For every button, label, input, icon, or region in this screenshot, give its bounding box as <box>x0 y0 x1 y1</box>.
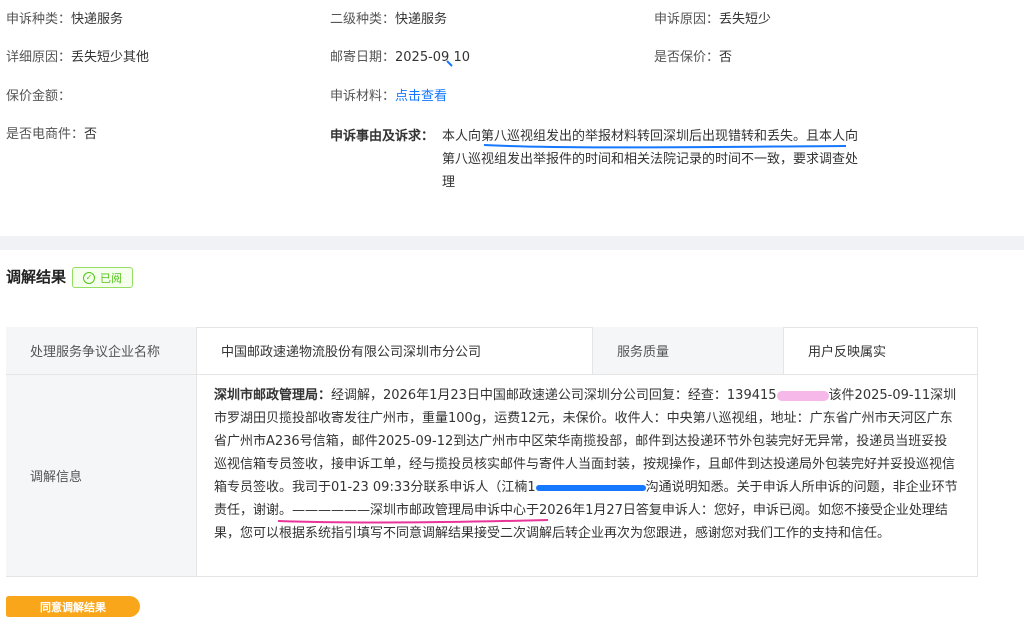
field-complaint-reason: 申诉原因：丢失短少 <box>654 10 771 30</box>
mediation-section-title: 调解结果 <box>6 268 67 286</box>
field-secondary-type: 二级种类：快递服务 <box>330 10 447 30</box>
field-label: 二级种类： <box>330 12 396 27</box>
field-insured-amount: 保价金额： <box>6 87 71 107</box>
read-status-badge: ✓ 已阅 <box>72 267 133 288</box>
field-label: 申诉材料： <box>330 89 396 104</box>
view-materials-link[interactable]: 点击查看 <box>395 89 447 104</box>
field-complaint-type: 申诉种类：快递服务 <box>6 10 123 30</box>
info-part1: 经调解，2026年1月23日中国邮政速递公司深圳分公司回复：经查：139415 <box>331 388 777 403</box>
complaint-details-panel: 申诉种类：快递服务 二级种类：快递服务 申诉原因：丢失短少 详细原因：丢失短少其… <box>0 0 1024 236</box>
field-label: 是否保价： <box>654 50 720 65</box>
badge-label: 已阅 <box>100 271 122 285</box>
field-label: 申诉原因： <box>654 12 720 27</box>
claim-label: 申诉事由及诉求： <box>330 129 435 144</box>
field-label: 邮寄日期： <box>330 50 396 65</box>
field-value: 丢失短少其他 <box>71 50 150 65</box>
field-detailed-reason: 详细原因：丢失短少其他 <box>6 48 149 68</box>
agree-mediation-button[interactable]: 同意调解结果 <box>6 596 140 617</box>
quality-header-cell: 服务质量 <box>593 327 784 375</box>
field-label: 是否电商件： <box>6 127 85 142</box>
field-mail-date: 邮寄日期：2025-09 10 <box>330 48 470 68</box>
field-label: 保价金额： <box>6 89 72 104</box>
redaction-mask <box>776 390 829 401</box>
company-value-cell: 中国邮政速递物流股份有限公司深圳市分公司 <box>197 327 593 375</box>
redaction-mask <box>535 484 646 491</box>
field-value: 2025-09 10 <box>395 50 471 65</box>
field-value: 否 <box>84 127 98 142</box>
quality-value-cell: 用户反映属实 <box>784 327 978 375</box>
field-value: 快递服务 <box>71 12 124 27</box>
info-lead: 深圳市邮政管理局： <box>214 388 332 403</box>
field-value: 丢失短少 <box>719 12 772 27</box>
section-divider <box>0 236 1024 250</box>
company-header-cell: 处理服务争议企业名称 <box>6 327 197 375</box>
field-label: 申诉种类： <box>6 12 72 27</box>
info-part2: 该件2025-09-11深圳市罗湖田贝揽投部收寄发往广州市，重量100g，运费1… <box>214 388 957 495</box>
field-materials: 申诉材料：点击查看 <box>330 87 447 107</box>
mediation-info-text: 深圳市邮政管理局：经调解，2026年1月23日中国邮政速递公司深圳分公司回复：经… <box>214 384 958 545</box>
field-ecommerce: 是否电商件：否 <box>6 125 97 145</box>
check-circle-icon: ✓ <box>83 271 95 284</box>
field-insured: 是否保价：否 <box>654 48 732 68</box>
field-value: 快递服务 <box>395 12 448 27</box>
claim-text: 本人向第八巡视组发出的举报材料转回深圳后出现错转和丢失。且本人向第八巡视组发出举… <box>442 129 859 190</box>
info-header-cell: 调解信息 <box>6 375 197 577</box>
field-label: 详细原因： <box>6 50 72 65</box>
field-value: 否 <box>719 50 733 65</box>
